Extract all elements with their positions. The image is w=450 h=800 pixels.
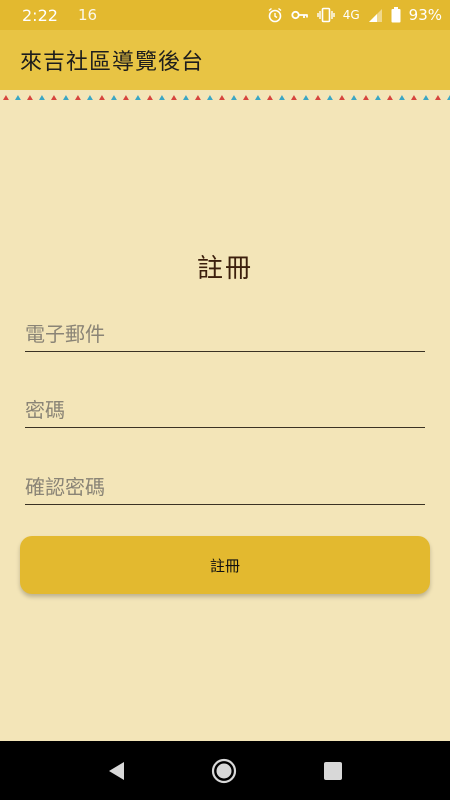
status-bar: 2:22 16 4G 93% <box>0 0 450 30</box>
register-form: 註冊 註冊 <box>0 100 450 741</box>
app-title: 來吉社區導覽後台 <box>20 50 205 75</box>
status-time: 2:22 <box>22 5 58 25</box>
confirm-password-input[interactable] <box>25 463 425 504</box>
recents-icon[interactable] <box>320 758 346 784</box>
home-icon[interactable] <box>211 758 237 784</box>
password-field[interactable] <box>25 386 425 428</box>
signal-icon <box>368 8 383 23</box>
battery-percent: 93% <box>408 6 442 24</box>
alarm-icon <box>267 7 283 23</box>
vibrate-icon <box>317 7 335 23</box>
status-icons: 4G 93% <box>267 6 442 24</box>
app-bar: 來吉社區導覽後台 <box>0 30 450 90</box>
register-button[interactable]: 註冊 <box>20 536 430 594</box>
email-input[interactable] <box>25 310 425 351</box>
password-input[interactable] <box>25 386 425 427</box>
system-nav-bar <box>0 741 450 800</box>
decorative-pattern-strip <box>0 90 450 100</box>
network-type: 4G <box>342 8 360 22</box>
confirm-password-field[interactable] <box>25 463 425 505</box>
email-field[interactable] <box>25 310 425 352</box>
back-icon[interactable] <box>104 758 130 784</box>
battery-icon <box>391 7 401 23</box>
page-title: 註冊 <box>196 254 253 284</box>
notification-count: 16 <box>77 6 98 24</box>
key-icon <box>291 9 309 21</box>
